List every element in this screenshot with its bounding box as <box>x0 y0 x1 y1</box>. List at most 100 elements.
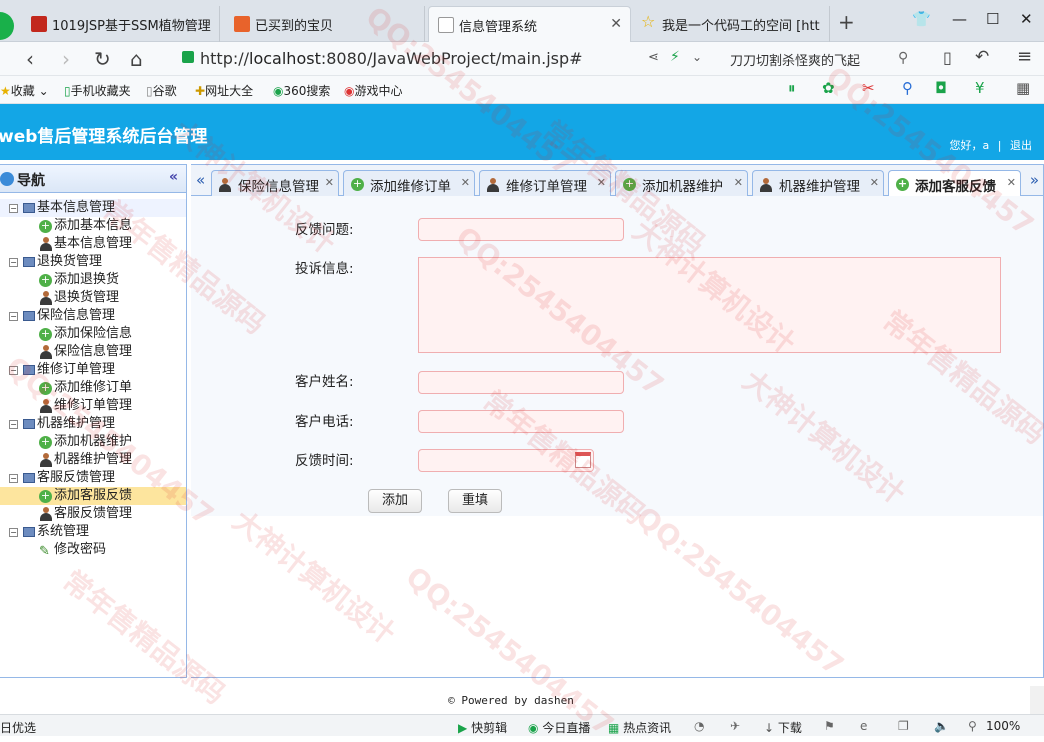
minimize-icon[interactable]: — <box>952 10 967 28</box>
browser-tab-2[interactable]: 已买到的宝贝 <box>225 6 425 42</box>
search-input[interactable]: 刀刀切割杀怪爽的飞起 <box>722 48 922 70</box>
logout-link[interactable]: 退出 <box>1010 139 1032 152</box>
nav-group[interactable]: − 保险信息管理 <box>0 307 186 325</box>
window-icon[interactable]: ❐ <box>898 719 909 733</box>
bookmark-google[interactable]: ▯谷歌 <box>146 82 177 99</box>
maximize-icon[interactable]: ☐ <box>986 10 999 28</box>
browser-tab-active[interactable]: 信息管理系统 ✕ <box>428 6 631 42</box>
tree-toggle-icon[interactable]: − <box>9 366 18 375</box>
status-left[interactable]: 日优选 <box>0 719 36 736</box>
flag-icon[interactable]: ⚑ <box>824 719 835 733</box>
tree-toggle-icon[interactable]: − <box>9 420 18 429</box>
nav-item[interactable]: 退换货管理 <box>0 289 186 307</box>
bookmark-360[interactable]: ◉360搜索 <box>273 82 330 99</box>
ie-icon[interactable]: e <box>860 719 867 733</box>
share-icon[interactable]: ⋖ <box>648 50 659 65</box>
complaint-textarea[interactable] <box>418 257 1001 353</box>
tree-toggle-icon[interactable]: − <box>9 474 18 483</box>
zoom-icon[interactable]: ⚲ <box>968 719 977 733</box>
browser-tab-1[interactable]: 1019JSP基于SSM植物管理 <box>22 6 220 42</box>
nav-item[interactable]: ✎ 修改密码 <box>0 541 186 559</box>
zoom-level[interactable]: 100% <box>986 719 1020 733</box>
status-live[interactable]: ◉ 今日直播 <box>528 719 590 736</box>
close-window-icon[interactable]: ✕ <box>1020 10 1033 28</box>
nav-item[interactable]: + 添加客服反馈 <box>0 487 186 505</box>
tab-5[interactable]: 机器维护管理 ✕ <box>752 170 884 197</box>
nav-item[interactable]: + 添加维修订单 <box>0 379 186 397</box>
feedback-time-input[interactable] <box>418 449 594 472</box>
nav-group[interactable]: − 系统管理 <box>0 523 186 541</box>
status-news[interactable]: ▦ 热点资讯 <box>608 719 671 736</box>
status-download[interactable]: ↓ 下载 <box>764 719 802 736</box>
reset-button[interactable]: 重填 <box>448 489 502 513</box>
url-field[interactable]: http://localhost:8080/JavaWebProject/mai… <box>180 46 725 72</box>
nav-item[interactable]: 基本信息管理 <box>0 235 186 253</box>
yen-icon[interactable]: ¥ <box>975 79 985 97</box>
calendar-icon[interactable] <box>575 452 591 468</box>
status-clip[interactable]: ▶ 快剪辑 <box>458 719 507 736</box>
nav-item[interactable]: + 添加机器维护 <box>0 433 186 451</box>
tab-3[interactable]: 维修订单管理 ✕ <box>479 170 611 197</box>
tree-toggle-icon[interactable]: − <box>9 204 18 213</box>
chevron-down-icon[interactable]: ⌄ <box>692 50 702 64</box>
tab-scroll-left-icon[interactable]: « <box>196 171 205 189</box>
nav-group[interactable]: − 基本信息管理 <box>0 199 186 217</box>
bookmark-icon[interactable]: ▯ <box>943 48 952 67</box>
sound-icon[interactable]: 🔈 <box>934 719 949 733</box>
shirt-icon[interactable]: 👕 <box>912 10 931 28</box>
extension-icon[interactable]: ✿ <box>822 79 835 97</box>
bookmark-games[interactable]: ◉游戏中心 <box>344 82 403 99</box>
new-tab-icon[interactable]: + <box>838 10 855 34</box>
close-icon[interactable]: ✕ <box>870 176 879 189</box>
nav-item[interactable]: 机器维护管理 <box>0 451 186 469</box>
back-icon[interactable]: ‹ <box>26 47 34 71</box>
submit-button[interactable]: 添加 <box>368 489 422 513</box>
scissors-icon[interactable]: ✂ <box>862 79 875 97</box>
close-icon[interactable]: ✕ <box>734 176 743 189</box>
bookmark-mobile[interactable]: ▯手机收藏夹 <box>64 82 131 99</box>
rocket-icon[interactable]: ✈ <box>730 719 740 733</box>
tree-toggle-icon[interactable]: − <box>9 258 18 267</box>
customer-name-input[interactable] <box>418 371 624 394</box>
tab-4[interactable]: + 添加机器维护 ✕ <box>615 170 748 197</box>
nav-item[interactable]: 客服反馈管理 <box>0 505 186 523</box>
bookmark-favorites[interactable]: ★收藏 ⌄ <box>0 82 49 99</box>
browser-tab-4[interactable]: ☆ 我是一个代码工的空间 [htt <box>632 6 830 42</box>
tab-scroll-right-icon[interactable]: » <box>1030 171 1039 189</box>
search-icon[interactable]: ⚲ <box>898 50 908 66</box>
tab-2[interactable]: + 添加维修订单 ✕ <box>343 170 475 197</box>
lightning-icon[interactable]: ⚡ <box>670 49 680 65</box>
apps-grid-icon[interactable]: ▦ <box>1016 79 1030 97</box>
nav-item[interactable]: + 添加退换货 <box>0 271 186 289</box>
nav-group[interactable]: − 客服反馈管理 <box>0 469 186 487</box>
undo-icon[interactable]: ↶ <box>975 47 989 67</box>
nav-group[interactable]: − 退换货管理 <box>0 253 186 271</box>
customer-phone-input[interactable] <box>418 410 624 433</box>
pause-icon[interactable]: ⏸ <box>788 79 796 97</box>
tab-6[interactable]: + 添加客服反馈 ✕ <box>888 170 1021 198</box>
close-icon[interactable]: ✕ <box>597 176 606 189</box>
forward-icon[interactable]: › <box>62 47 70 71</box>
bookmark-nav[interactable]: ✚网址大全 <box>195 82 253 99</box>
tree-toggle-icon[interactable]: − <box>9 528 18 537</box>
close-icon[interactable]: ✕ <box>461 176 470 189</box>
refresh-icon[interactable]: ↻ <box>94 47 111 71</box>
menu-icon[interactable]: ≡ <box>1017 46 1032 67</box>
feedback-problem-input[interactable] <box>418 218 624 241</box>
nav-item[interactable]: 维修订单管理 <box>0 397 186 415</box>
nav-item[interactable]: + 添加基本信息 <box>0 217 186 235</box>
nav-item[interactable]: + 添加保险信息 <box>0 325 186 343</box>
search-tool-icon[interactable]: ⚲ <box>902 79 913 97</box>
scrollbar[interactable] <box>1030 686 1044 714</box>
nav-item[interactable]: 保险信息管理 <box>0 343 186 361</box>
tab-1[interactable]: 保险信息管理 ✕ <box>211 170 339 197</box>
close-icon[interactable]: ✕ <box>325 176 334 189</box>
gamepad-icon[interactable]: ◘ <box>935 79 947 97</box>
close-icon[interactable]: ✕ <box>1007 176 1016 189</box>
tree-toggle-icon[interactable]: − <box>9 312 18 321</box>
nav-group[interactable]: − 机器维护管理 <box>0 415 186 433</box>
home-icon[interactable]: ⌂ <box>130 47 143 71</box>
collapse-icon[interactable]: « <box>169 169 178 185</box>
nav-group[interactable]: − 维修订单管理 <box>0 361 186 379</box>
close-tab-icon[interactable]: ✕ <box>610 16 622 32</box>
